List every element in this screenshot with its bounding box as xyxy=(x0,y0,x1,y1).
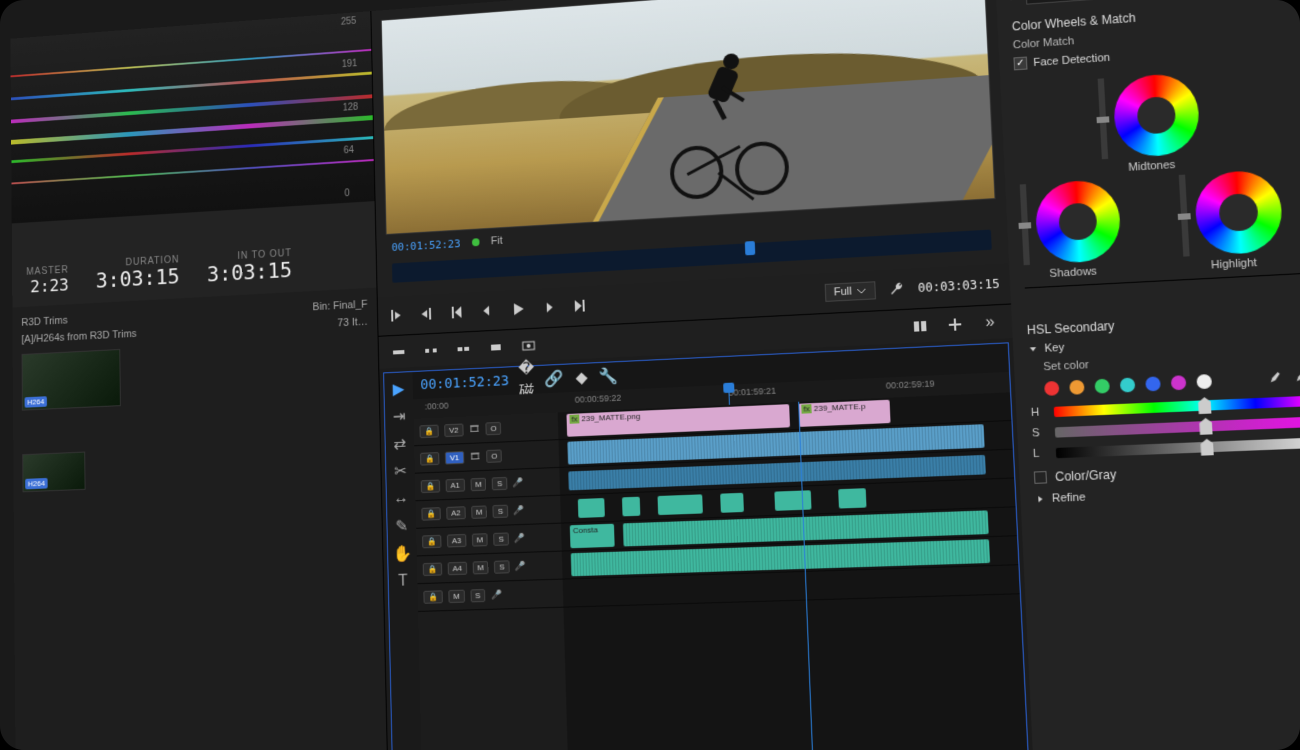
audio-clip[interactable] xyxy=(622,497,640,517)
wrench-icon[interactable] xyxy=(887,280,906,299)
timeline-timecode[interactable]: 00:01:52:23 xyxy=(420,373,509,393)
hand-tool-icon[interactable]: ✋ xyxy=(394,545,412,563)
eyedropper-add-icon[interactable] xyxy=(1293,370,1300,385)
playhead-marker[interactable] xyxy=(745,241,755,255)
shadows-luma-slider[interactable] xyxy=(1020,184,1030,265)
overwrite-icon[interactable] xyxy=(487,338,505,356)
audio-clip[interactable]: Consta xyxy=(570,524,615,549)
clip-thumbnail[interactable]: H264 xyxy=(22,452,85,493)
lift-icon[interactable] xyxy=(390,343,407,361)
color-swatch-red[interactable] xyxy=(1044,381,1059,396)
project-bins[interactable]: R3D TrimsBin: Final_F [A]/H264s from R3D… xyxy=(12,288,387,750)
dropped-frame-indicator xyxy=(472,238,480,246)
track-select-tool-icon[interactable]: ⇥ xyxy=(391,407,408,425)
hue-label: H xyxy=(1031,406,1044,419)
lumetri-color-chip[interactable]: Lumetri Color xyxy=(1026,0,1114,5)
step-forward-icon[interactable] xyxy=(540,298,558,317)
audio-clip[interactable] xyxy=(774,490,811,511)
go-to-out-icon[interactable] xyxy=(571,297,589,316)
audio-clip[interactable] xyxy=(720,493,743,513)
codec-badge: H264 xyxy=(25,478,48,489)
midtones-label: Midtones xyxy=(1128,159,1176,174)
lumetri-panel: Master * C050_C003_010… fx Lumetri Color… xyxy=(994,0,1300,750)
go-to-in-icon[interactable] xyxy=(448,303,466,321)
snap-icon[interactable]: �磁 xyxy=(518,371,536,390)
timeline-panel[interactable]: ▶ ⇥ ⇄ ✂ ↔ ✎ ✋ T 00:01:52:23 �磁 🔗 ◆ 🔧 :00… xyxy=(383,342,1030,750)
shadows-label: Shadows xyxy=(1049,265,1097,280)
saturation-slider[interactable]: ✓ xyxy=(1055,415,1300,438)
master-tc: 2:23 xyxy=(30,275,69,297)
color-swatch-orange[interactable] xyxy=(1069,380,1084,395)
total-duration-tc: 00:03:03:15 xyxy=(918,277,1000,295)
color-swatch-magenta[interactable] xyxy=(1171,375,1187,390)
program-monitor[interactable] xyxy=(381,0,996,235)
ripple-tool-icon[interactable]: ⇄ xyxy=(391,435,408,453)
program-timecode[interactable]: 00:01:52:23 xyxy=(391,237,460,254)
midtones-luma-slider[interactable] xyxy=(1098,78,1109,159)
highlights-label: Highlight xyxy=(1211,257,1258,272)
eyedropper-icon[interactable] xyxy=(1267,371,1283,386)
audio-clip[interactable] xyxy=(578,498,605,518)
color-swatch-blue[interactable] xyxy=(1145,376,1161,391)
scopes-panel: 255 191 128 64 0 xyxy=(10,11,374,223)
highlights-luma-slider[interactable] xyxy=(1179,175,1190,257)
mark-out-icon[interactable] xyxy=(418,305,435,323)
video-clip[interactable]: fx239_MATTE.p xyxy=(798,400,890,427)
export-frame-icon[interactable] xyxy=(520,336,538,355)
color-swatch-cyan[interactable] xyxy=(1120,377,1136,392)
selection-tool-icon[interactable]: ▶ xyxy=(390,380,407,398)
highlights-color-wheel[interactable] xyxy=(1194,169,1284,256)
razor-tool-icon[interactable]: ✂ xyxy=(392,462,410,480)
track-header-extra[interactable]: 🔒 M S 🎤 xyxy=(417,580,563,612)
slip-tool-icon[interactable]: ↔ xyxy=(392,490,410,508)
luma-slider[interactable]: ✓ xyxy=(1056,436,1300,459)
plus-icon[interactable] xyxy=(945,315,964,334)
waveform-scope xyxy=(10,11,374,223)
type-tool-icon[interactable]: T xyxy=(394,572,412,590)
linked-selection-icon[interactable]: 🔗 xyxy=(545,370,563,389)
timeline-lanes[interactable]: fx239_MATTE.png fx239_MATTE.p xyxy=(558,392,1028,750)
insert-icon[interactable] xyxy=(455,339,473,357)
mark-in-icon[interactable] xyxy=(387,306,404,324)
play-icon[interactable] xyxy=(509,300,527,318)
color-swatch-green[interactable] xyxy=(1094,379,1110,394)
zoom-fit-dropdown[interactable]: Fit xyxy=(491,235,503,247)
video-content-cyclist xyxy=(666,56,789,201)
scope-ruler: 255 191 128 64 0 xyxy=(341,11,371,202)
resolution-dropdown[interactable]: Full xyxy=(824,281,875,302)
refine-collapser[interactable]: Refine xyxy=(1035,481,1300,506)
luma-label: L xyxy=(1033,447,1046,460)
marker-icon[interactable]: ◆ xyxy=(573,368,591,387)
duration-tc: 3:03:15 xyxy=(96,265,180,293)
codec-badge: H264 xyxy=(25,396,48,407)
hue-slider[interactable]: ✓ xyxy=(1054,394,1300,417)
comparison-view-icon[interactable] xyxy=(910,316,929,335)
color-swatch-white[interactable] xyxy=(1196,374,1212,389)
timeline-wrench-icon[interactable]: 🔧 xyxy=(600,367,618,386)
step-back-icon[interactable] xyxy=(478,301,496,319)
clip-thumbnail[interactable]: H264 xyxy=(22,349,121,411)
in-to-out-tc: 3:03:15 xyxy=(207,259,293,288)
fx-badge: fx xyxy=(1010,0,1019,3)
shadows-color-wheel[interactable] xyxy=(1034,179,1122,265)
color-gray-toggle[interactable]: Color/Gray xyxy=(1034,458,1300,485)
audio-clip[interactable] xyxy=(838,488,866,508)
extract-icon[interactable] xyxy=(422,341,440,359)
chevrons-icon[interactable]: » xyxy=(980,313,999,332)
midtones-color-wheel[interactable] xyxy=(1112,72,1201,158)
pen-tool-icon[interactable]: ✎ xyxy=(393,517,411,535)
saturation-label: S xyxy=(1032,427,1045,440)
audio-clip[interactable] xyxy=(658,494,703,515)
